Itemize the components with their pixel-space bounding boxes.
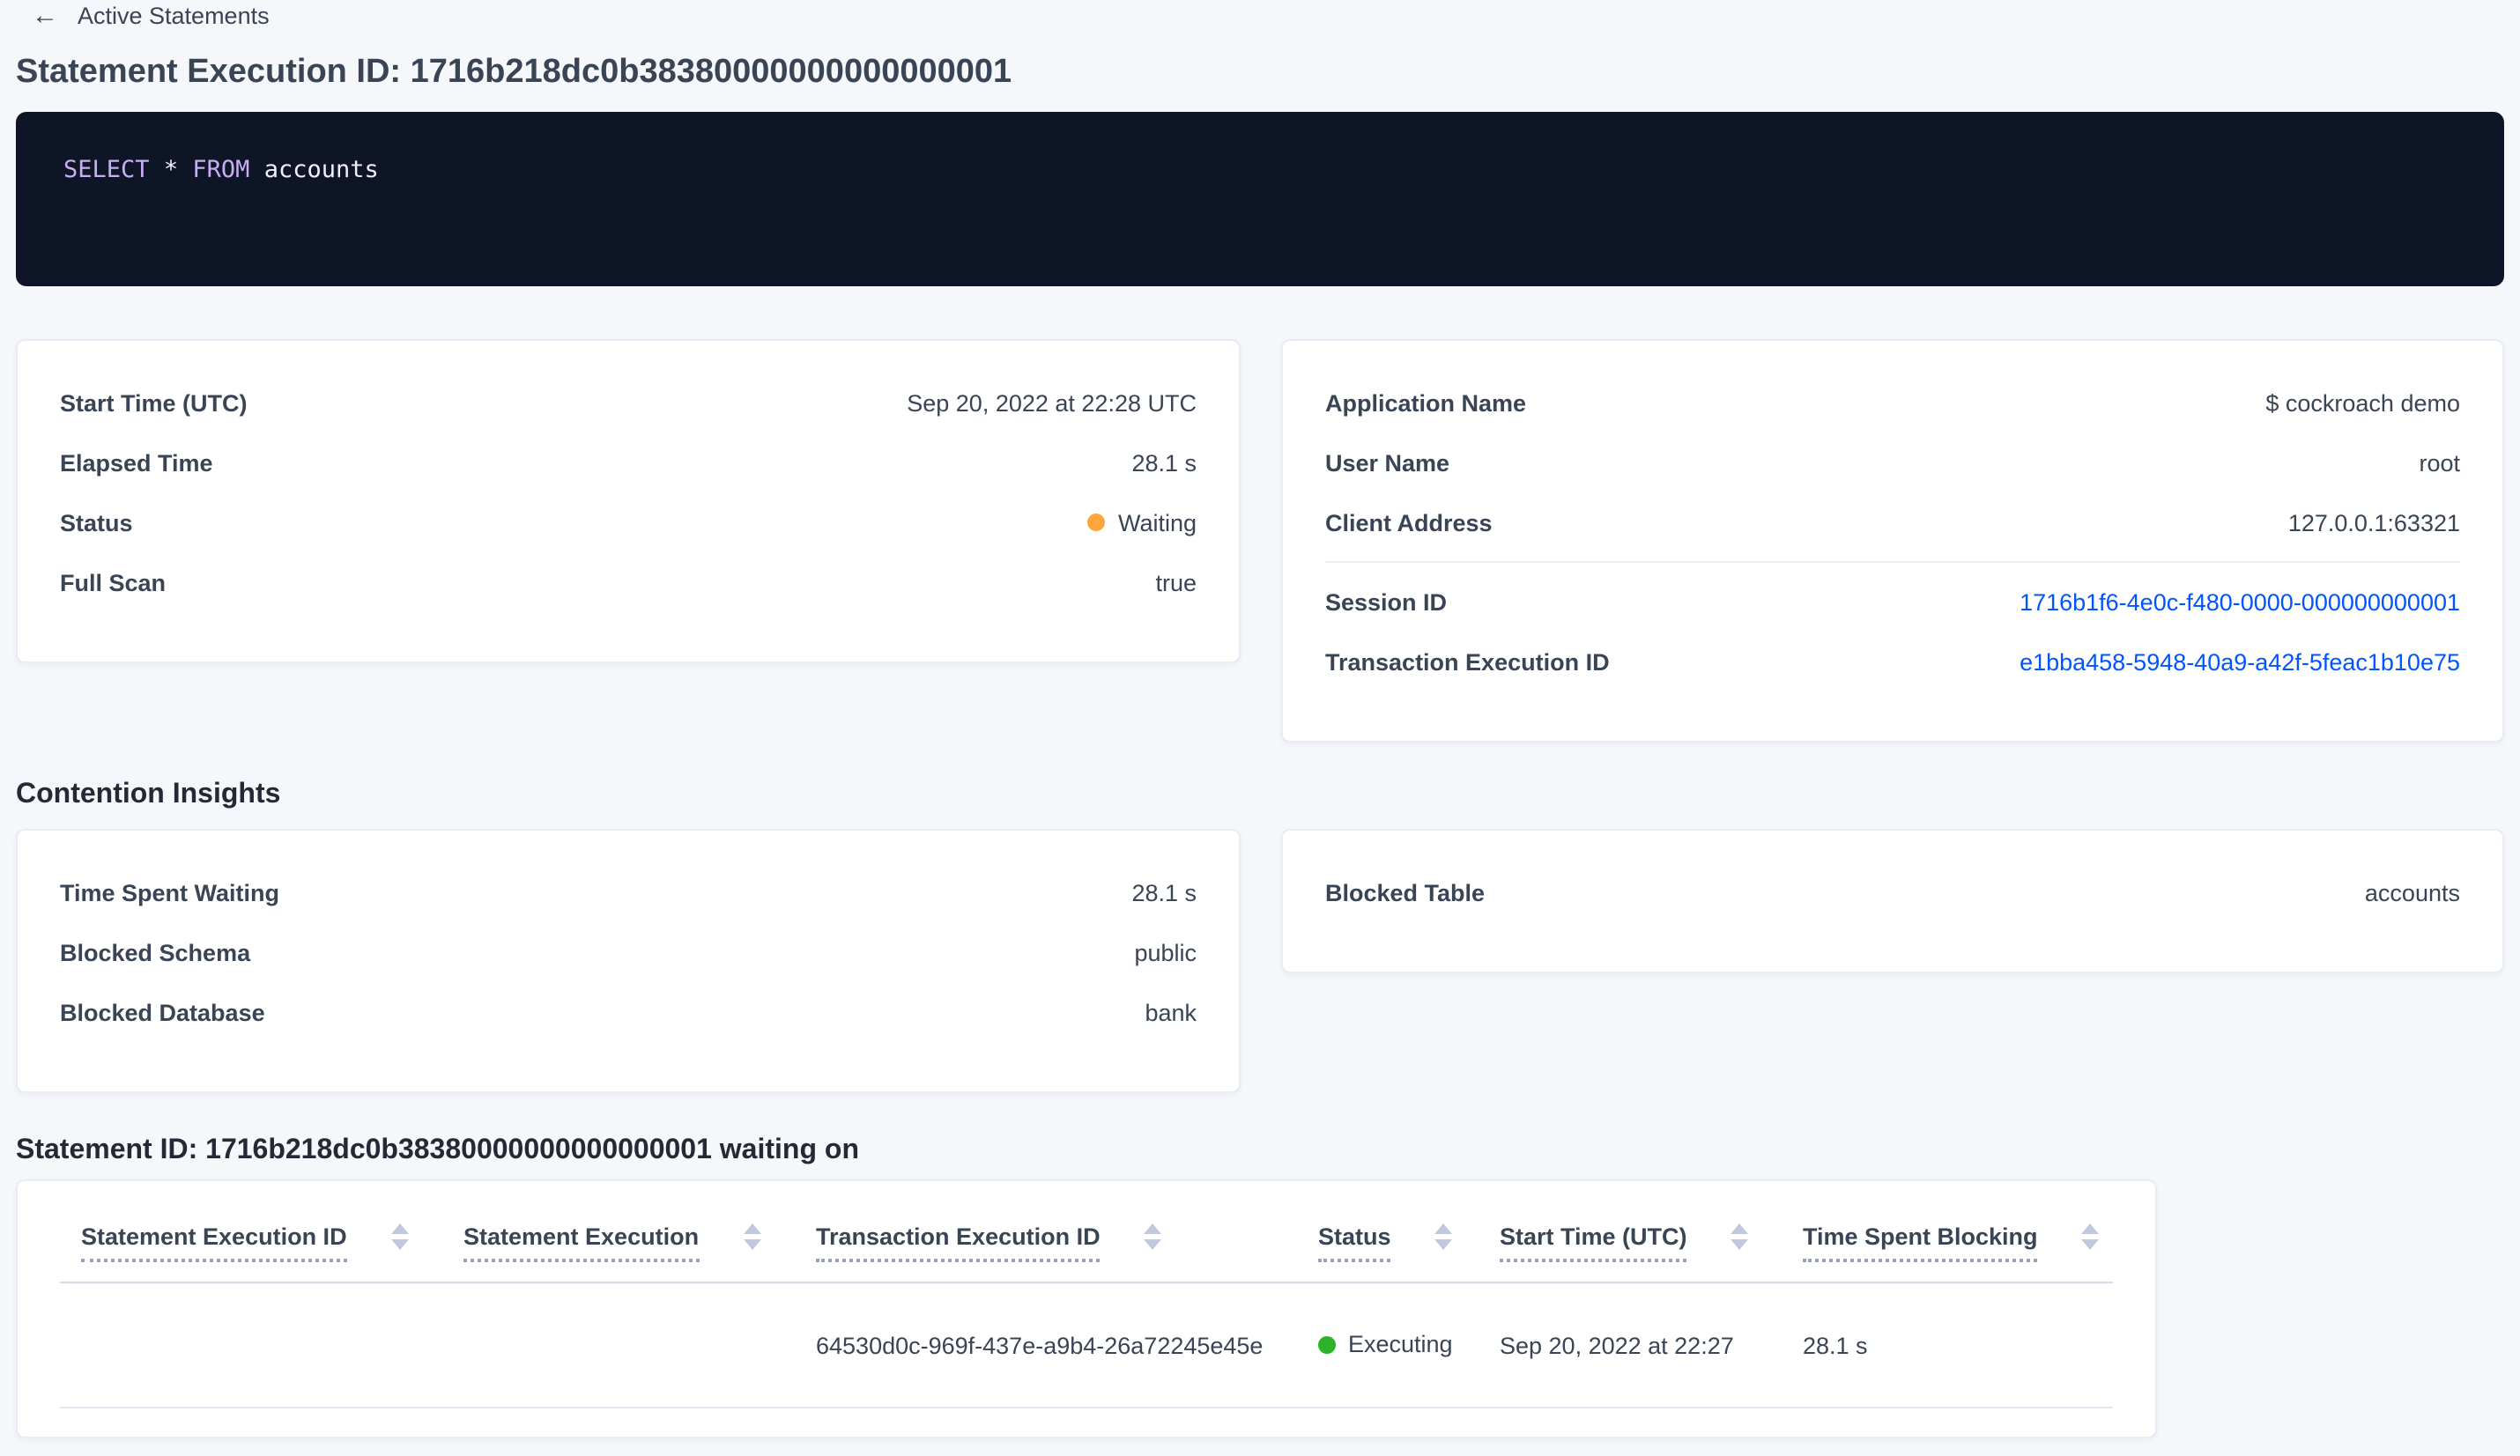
left-arrow-icon: ← <box>32 1 58 31</box>
cell-transaction-execution-id: 64530d0c-969f-437e-a9b4-26a72245e45e <box>795 1282 1297 1408</box>
column-header-statement-execution[interactable]: Statement Execution <box>442 1181 795 1283</box>
sql-keyword: FROM <box>192 156 250 184</box>
sql-star: * <box>163 156 179 184</box>
cell-statement-execution-id <box>60 1282 442 1408</box>
status-badge: Waiting <box>1087 509 1197 536</box>
column-header-label: Status <box>1318 1223 1391 1261</box>
cell-start-time: Sep 20, 2022 at 22:27 <box>1479 1282 1782 1408</box>
detail-value: accounts <box>2364 879 2460 905</box>
user-name-row: User Name root <box>1283 432 2502 492</box>
application-name-row: Application Name $ cockroach demo <box>1283 373 2502 432</box>
session-card: Application Name $ cockroach demo User N… <box>1281 339 2504 743</box>
detail-label: Full Scan <box>60 569 167 595</box>
detail-value: 28.1 s <box>1131 879 1197 905</box>
status-text: Executing <box>1348 1331 1453 1358</box>
breadcrumb-label: Active Statements <box>78 3 270 29</box>
waiting-statements-table: Statement Execution ID Statement Executi… <box>60 1181 2113 1408</box>
transaction-execution-id-link[interactable]: e1bba458-5948-40a9-a42f-5feac1b10e75 <box>2020 648 2460 675</box>
waiting-statements-table-card: Statement Execution ID Statement Executi… <box>16 1179 2157 1438</box>
sort-arrows-icon <box>2081 1223 2100 1250</box>
back-to-active-statements-link[interactable]: ← Active Statements <box>32 3 270 29</box>
status-badge: Executing <box>1318 1332 1453 1358</box>
full-scan-row: Full Scan true <box>18 552 1239 612</box>
sort-arrows-icon <box>390 1223 409 1250</box>
detail-label: Blocked Schema <box>60 939 251 965</box>
detail-value: bank <box>1145 999 1197 1025</box>
blocked-database-row: Blocked Database bank <box>18 982 1239 1042</box>
status-row: Status Waiting <box>18 492 1239 552</box>
card-divider <box>1325 561 2460 563</box>
column-header-start-time[interactable]: Start Time (UTC) <box>1479 1181 1782 1283</box>
statement-execution-details-page: ← Active Statements Statement Execution … <box>0 3 2520 1438</box>
detail-value: public <box>1134 939 1197 965</box>
sql-table-name: accounts <box>263 156 379 184</box>
transaction-execution-id-row: Transaction Execution ID e1bba458-5948-4… <box>1283 632 2502 691</box>
detail-label: Client Address <box>1325 509 1493 536</box>
waiting-status-dot-icon <box>1087 514 1106 531</box>
cell-status: Executing <box>1297 1282 1479 1408</box>
elapsed-time-row: Elapsed Time 28.1 s <box>18 432 1239 492</box>
sort-arrows-icon <box>743 1223 761 1250</box>
executing-status-dot-icon <box>1318 1335 1336 1354</box>
overview-card: Start Time (UTC) Sep 20, 2022 at 22:28 U… <box>16 339 1241 663</box>
status-text: Waiting <box>1117 509 1197 536</box>
detail-label: User Name <box>1325 449 1450 476</box>
blocked-table-card: Blocked Table accounts <box>1281 829 2504 973</box>
session-id-link[interactable]: 1716b1f6-4e0c-f480-0000-000000000001 <box>2020 588 2460 615</box>
client-address-row: Client Address 127.0.0.1:63321 <box>1283 492 2502 552</box>
detail-value: Sep 20, 2022 at 22:28 UTC <box>907 389 1197 416</box>
contention-insights-heading: Contention Insights <box>16 780 281 809</box>
sort-arrows-icon <box>1434 1223 1453 1250</box>
detail-value: 28.1 s <box>1131 449 1197 476</box>
contention-details-card: Time Spent Waiting 28.1 s Blocked Schema… <box>16 829 1241 1093</box>
column-header-label: Time Spent Blocking <box>1803 1223 2038 1261</box>
detail-label: Time Spent Waiting <box>60 879 280 905</box>
detail-value: true <box>1155 569 1197 595</box>
session-id-row: Session ID 1716b1f6-4e0c-f480-0000-00000… <box>1283 572 2502 632</box>
column-header-label: Statement Execution ID <box>81 1223 347 1261</box>
detail-value: $ cockroach demo <box>2265 389 2460 416</box>
cell-time-spent-blocking: 28.1 s <box>1782 1282 2113 1408</box>
detail-label: Application Name <box>1325 389 1527 416</box>
sort-arrows-icon <box>1144 1223 1162 1250</box>
column-header-time-spent-blocking[interactable]: Time Spent Blocking <box>1782 1181 2113 1283</box>
time-spent-waiting-row: Time Spent Waiting 28.1 s <box>18 862 1239 922</box>
cell-statement-execution <box>442 1282 795 1408</box>
start-time-row: Start Time (UTC) Sep 20, 2022 at 22:28 U… <box>18 373 1239 432</box>
table-row: 64530d0c-969f-437e-a9b4-26a72245e45e Exe… <box>60 1282 2113 1408</box>
detail-label: Status <box>60 509 133 536</box>
column-header-label: Start Time (UTC) <box>1500 1223 1687 1261</box>
column-header-transaction-execution-id[interactable]: Transaction Execution ID <box>795 1181 1297 1283</box>
detail-value: root <box>2419 449 2460 476</box>
detail-label: Blocked Table <box>1325 879 1486 905</box>
sort-arrows-icon <box>1731 1223 1749 1250</box>
detail-label: Start Time (UTC) <box>60 389 248 416</box>
waiting-on-heading: Statement ID: 1716b218dc0b38380000000000… <box>16 1135 859 1165</box>
column-header-label: Statement Execution <box>463 1223 700 1261</box>
column-header-label: Transaction Execution ID <box>816 1223 1101 1261</box>
detail-value: 127.0.0.1:63321 <box>2287 509 2460 536</box>
blocked-schema-row: Blocked Schema public <box>18 922 1239 982</box>
blocked-table-row: Blocked Table accounts <box>1283 862 2502 922</box>
column-header-statement-execution-id[interactable]: Statement Execution ID <box>60 1181 442 1283</box>
sql-keyword: SELECT <box>63 156 150 184</box>
detail-label: Blocked Database <box>60 999 265 1025</box>
detail-label: Transaction Execution ID <box>1325 648 1610 675</box>
detail-label: Elapsed Time <box>60 449 213 476</box>
column-header-status[interactable]: Status <box>1297 1181 1479 1283</box>
page-title: Statement Execution ID: 1716b218dc0b3838… <box>16 54 1012 91</box>
sql-statement-box: SELECT * FROM accounts <box>16 112 2504 286</box>
detail-label: Session ID <box>1325 588 1448 615</box>
table-header-row: Statement Execution ID Statement Executi… <box>60 1181 2113 1283</box>
